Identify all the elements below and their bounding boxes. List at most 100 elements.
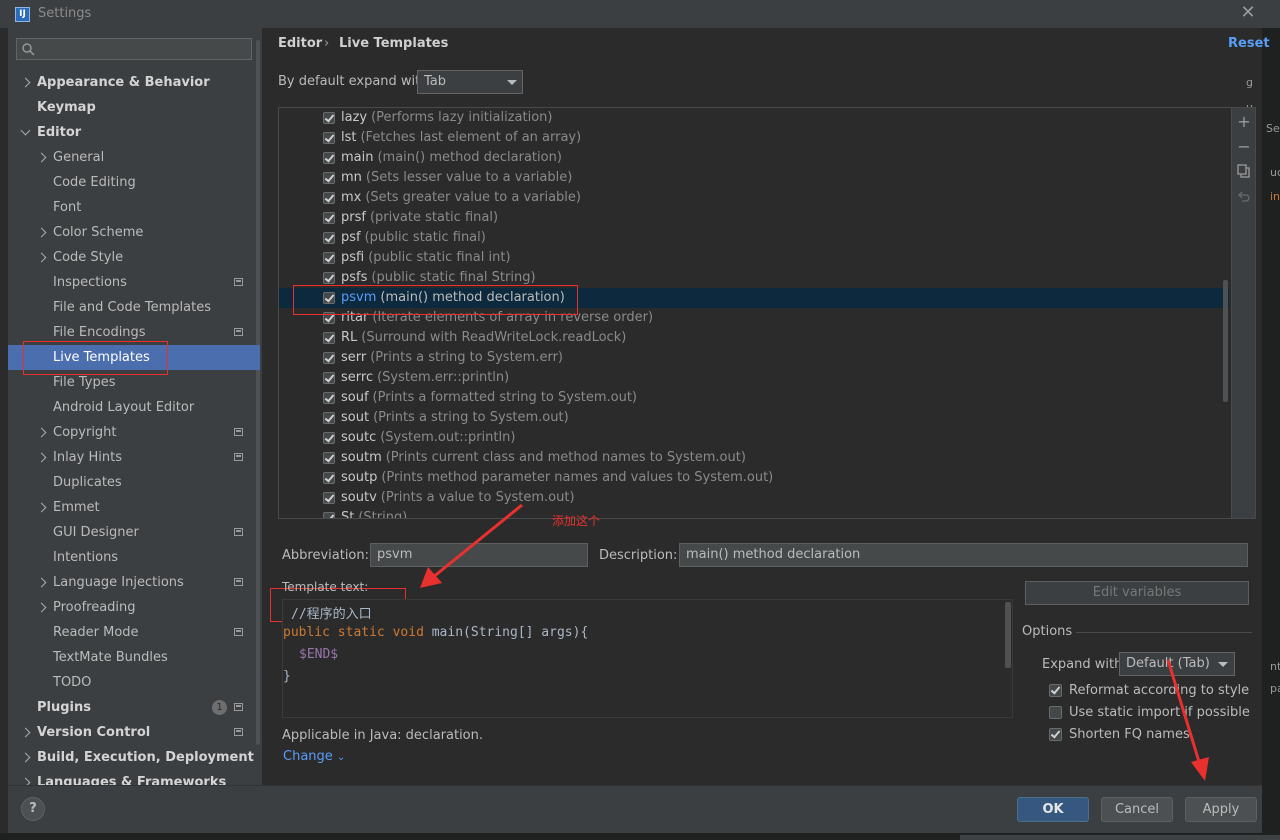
sidebar-item[interactable]: Emmet [8,495,260,520]
chevron-down-icon[interactable] [20,125,31,136]
expand-with-select[interactable]: Default (Tab) [1119,652,1235,676]
template-row[interactable]: souf (Prints a formatted string to System… [279,388,1229,408]
chevron-right-icon[interactable] [36,152,47,163]
sidebar-item[interactable]: Editor [8,120,260,145]
sidebar-item[interactable]: Keymap [8,95,260,120]
sidebar-item[interactable]: Appearance & Behavior [8,70,260,95]
chevron-right-icon[interactable] [36,602,47,613]
template-row[interactable]: serrc (System.err::println) [279,368,1229,388]
edit-variables-button[interactable]: Edit variables [1025,581,1249,605]
sidebar-item[interactable]: Version Control [8,720,260,745]
template-enabled-checkbox[interactable] [323,512,335,518]
chevron-right-icon[interactable] [36,452,47,463]
sidebar-item[interactable]: Inspections [8,270,260,295]
template-enabled-checkbox[interactable] [323,272,335,284]
template-enabled-checkbox[interactable] [323,212,335,224]
template-row[interactable]: RL (Surround with ReadWriteLock.readLock) [279,328,1229,348]
template-enabled-checkbox[interactable] [323,432,335,444]
ok-button[interactable]: OK [1017,797,1089,822]
template-row[interactable]: prsf (private static final) [279,208,1229,228]
apply-button[interactable]: Apply [1185,797,1257,822]
template-enabled-checkbox[interactable] [323,232,335,244]
abbreviation-field[interactable]: psvm [370,543,588,567]
sidebar-item[interactable]: Copyright [8,420,260,445]
template-row[interactable]: soutm (Prints current class and method na… [279,448,1229,468]
template-row[interactable]: serr (Prints a string to System.err) [279,348,1229,368]
template-row[interactable]: soutv (Prints a value to System.out) [279,488,1229,508]
breadcrumb-editor[interactable]: Editor [278,36,322,51]
sidebar-item[interactable]: Font [8,195,260,220]
template-row[interactable]: main (main() method declaration) [279,148,1229,168]
sidebar-item[interactable]: Code Style [8,245,260,270]
template-enabled-checkbox[interactable] [323,472,335,484]
template-row[interactable]: lazy (Performs lazy initialization) [279,108,1229,128]
template-enabled-checkbox[interactable] [323,132,335,144]
search-input[interactable] [16,38,252,60]
change-context-link[interactable]: Change ⌄ [283,749,345,764]
templates-scrollbar[interactable] [1223,280,1228,402]
sidebar-item[interactable]: Android Layout Editor [8,395,260,420]
chevron-right-icon[interactable] [36,252,47,263]
sidebar-item[interactable]: Plugins 1 [8,695,260,720]
template-enabled-checkbox[interactable] [323,252,335,264]
template-text-editor[interactable]: //程序的入口 public static void main(String[]… [282,599,1013,718]
sidebar-item[interactable]: Code Editing [8,170,260,195]
template-row[interactable]: psf (public static final) [279,228,1229,248]
help-button[interactable]: ? [21,797,45,821]
template-enabled-checkbox[interactable] [323,172,335,184]
template-row[interactable]: mn (Sets lesser value to a variable) [279,168,1229,188]
template-enabled-checkbox[interactable] [323,112,335,124]
cancel-button[interactable]: Cancel [1101,797,1173,822]
remove-template-button[interactable]: − [1234,137,1254,157]
template-enabled-checkbox[interactable] [323,192,335,204]
sidebar-item[interactable]: GUI Designer [8,520,260,545]
sidebar-item[interactable]: Proofreading [8,595,260,620]
description-field[interactable]: main() method declaration [679,543,1248,567]
sidebar-item[interactable]: Duplicates [8,470,260,495]
shorten-fq-checkbox[interactable] [1049,728,1062,741]
template-row[interactable]: soutp (Prints method parameter names and … [279,468,1229,488]
sidebar-item[interactable]: Language Injections [8,570,260,595]
template-row[interactable]: St (String) [279,508,1229,518]
template-enabled-checkbox[interactable] [323,352,335,364]
editor-scrollbar[interactable] [1005,602,1011,668]
static-import-checkbox[interactable] [1049,706,1062,719]
sidebar-item[interactable]: TextMate Bundles [8,645,260,670]
code-line-signature: public static void main(String[] args){ [283,625,588,640]
close-icon[interactable]: ✕ [1238,3,1258,23]
sidebar-item[interactable]: File and Code Templates [8,295,260,320]
chevron-right-icon[interactable] [20,77,31,88]
chevron-right-icon[interactable] [36,577,47,588]
sidebar-item[interactable]: Inlay Hints [8,445,260,470]
copy-template-button[interactable] [1234,162,1254,182]
sidebar-item[interactable]: Reader Mode [8,620,260,645]
template-enabled-checkbox[interactable] [323,392,335,404]
default-expand-select[interactable]: Tab [417,70,523,94]
template-enabled-checkbox[interactable] [323,492,335,504]
template-row[interactable]: lst (Fetches last element of an array) [279,128,1229,148]
reformat-checkbox[interactable] [1049,684,1062,697]
sidebar-item-label: Proofreading [53,600,136,615]
chevron-right-icon[interactable] [20,752,31,763]
template-enabled-checkbox[interactable] [323,372,335,384]
template-row[interactable]: soutc (System.out::println) [279,428,1229,448]
sidebar-item[interactable]: Intentions [8,545,260,570]
chevron-right-icon[interactable] [36,227,47,238]
chevron-right-icon[interactable] [36,427,47,438]
sidebar-item[interactable]: General [8,145,260,170]
template-enabled-checkbox[interactable] [323,332,335,344]
template-row[interactable]: sout (Prints a string to System.out) [279,408,1229,428]
sidebar-item[interactable]: Build, Execution, Deployment [8,745,260,770]
add-template-button[interactable]: + [1234,112,1254,132]
sidebar-item[interactable]: TODO [8,670,260,695]
template-enabled-checkbox[interactable] [323,152,335,164]
sidebar-item[interactable]: Color Scheme [8,220,260,245]
template-row[interactable]: mx (Sets greater value to a variable) [279,188,1229,208]
template-enabled-checkbox[interactable] [323,452,335,464]
template-enabled-checkbox[interactable] [323,412,335,424]
revert-template-button[interactable] [1234,187,1254,207]
template-row[interactable]: psfi (public static final int) [279,248,1229,268]
chevron-right-icon[interactable] [20,727,31,738]
reset-link[interactable]: Reset [1228,36,1270,51]
chevron-right-icon[interactable] [36,502,47,513]
